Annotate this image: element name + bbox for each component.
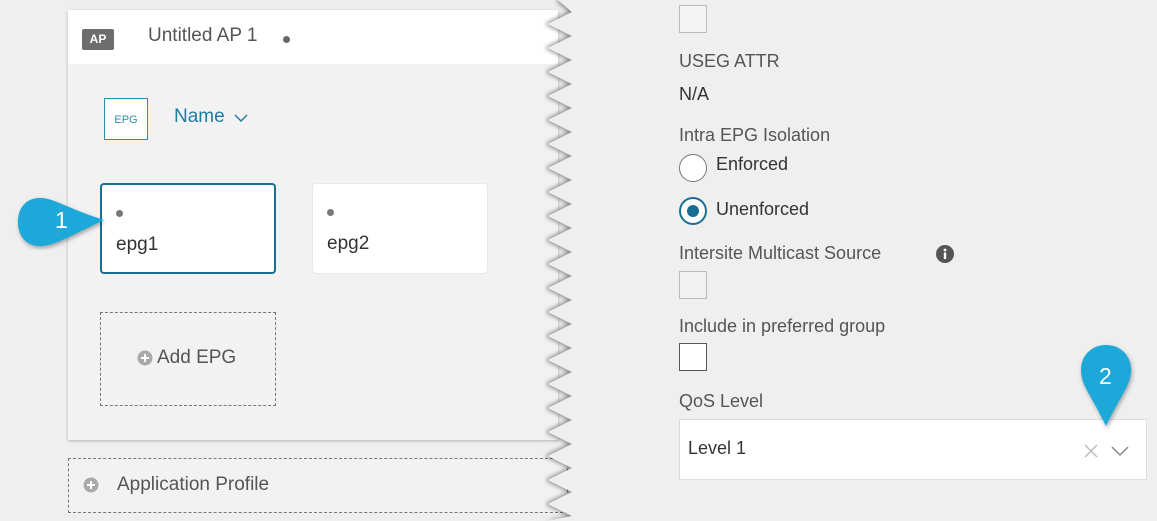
useg-attr-label: USEG ATTR: [679, 51, 780, 71]
radio-enforced-label[interactable]: Enforced: [716, 154, 788, 175]
callout-number: 1: [55, 207, 68, 233]
intersite-multicast-source-checkbox[interactable]: [679, 271, 707, 299]
useg-attr-value: N/A: [679, 84, 710, 104]
ap-badge: AP: [82, 29, 114, 50]
callout-2: 2: [1076, 341, 1136, 431]
add-epg-button[interactable]: Add EPG: [100, 312, 276, 406]
chevron-down-icon[interactable]: [1111, 446, 1129, 457]
intersite-multicast-source-label: Intersite Multicast Source: [679, 243, 882, 263]
epg-label: epg2: [327, 233, 370, 254]
radio-enforced[interactable]: [679, 154, 707, 182]
add-application-profile-label: Application Profile: [117, 474, 270, 495]
status-dot-icon: [327, 209, 334, 216]
application-profile-card: AP Untitled AP 1 EPG Name epg1 epg2 Add …: [68, 10, 558, 440]
qos-level-value: Level 1: [688, 438, 747, 458]
status-dot-icon: [116, 210, 123, 217]
ap-title[interactable]: Untitled AP 1: [148, 25, 258, 47]
plus-circle-icon: [83, 477, 99, 493]
add-epg-label: Add EPG: [157, 347, 237, 368]
ap-header[interactable]: AP Untitled AP 1: [68, 10, 558, 64]
epg-label: epg1: [116, 234, 159, 255]
unsaved-dot-icon: [283, 36, 290, 43]
epg-card-epg2[interactable]: epg2: [312, 183, 488, 274]
include-preferred-group-label: Include in preferred group: [679, 316, 886, 336]
radio-unenforced[interactable]: [679, 197, 707, 225]
epg-card-epg1[interactable]: epg1: [100, 183, 276, 274]
info-icon[interactable]: [936, 245, 954, 263]
top-checkbox[interactable]: [679, 5, 707, 33]
plus-circle-icon: [137, 350, 153, 366]
qos-level-label: QoS Level: [679, 391, 764, 411]
callout-number: 2: [1099, 363, 1112, 389]
chevron-down-icon[interactable]: [234, 113, 248, 123]
intra-epg-isolation-label: Intra EPG Isolation: [679, 125, 831, 145]
radio-unenforced-label[interactable]: Unenforced: [716, 199, 809, 220]
name-sort-dropdown[interactable]: Name: [174, 106, 225, 128]
clear-icon[interactable]: [1083, 443, 1099, 459]
callout-1: 1: [14, 194, 114, 250]
include-preferred-group-checkbox[interactable]: [679, 343, 707, 371]
add-application-profile-button[interactable]: Application Profile: [68, 458, 568, 513]
epg-icon: EPG: [104, 98, 148, 140]
